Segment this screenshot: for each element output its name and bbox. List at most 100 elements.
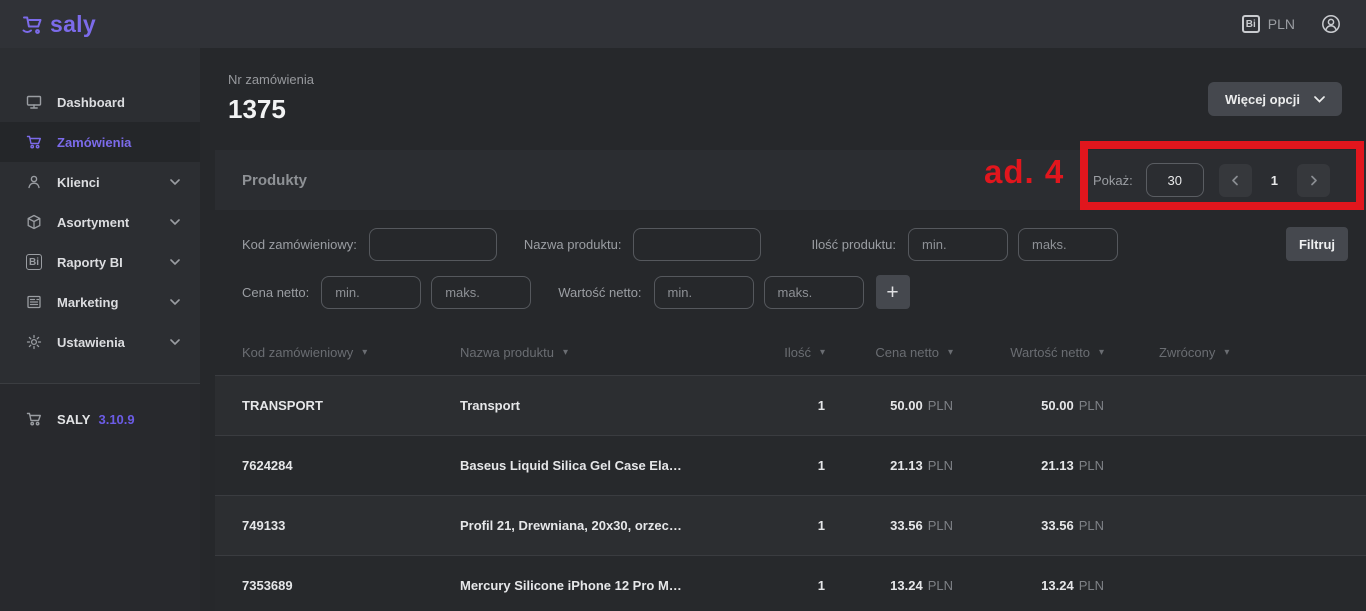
sort-icon: ▾: [563, 347, 568, 358]
filters-row-1: Kod zamówieniowy: Nazwa produktu: Ilość …: [242, 227, 1348, 261]
sidebar-item-raporty-bi[interactable]: Bi Raporty BI: [0, 242, 200, 282]
net-price-filter-label: Cena netto:: [242, 285, 309, 300]
sidebar-item-zamowienia[interactable]: Zamówienia: [0, 122, 200, 162]
cell-quantity: 1: [770, 458, 835, 473]
cell-product-name: Profil 21, Drewniana, 20x30, orzec…: [460, 518, 770, 533]
app-version-row: SALY 3.10.9: [0, 411, 200, 427]
cell-product-name: Transport: [460, 398, 770, 413]
cell-net-price: 50.00PLN: [835, 398, 963, 413]
sidebar-item-label: Dashboard: [57, 95, 180, 110]
table-row[interactable]: 7624284 Baseus Liquid Silica Gel Case El…: [215, 435, 1366, 495]
app-window: saly Bi PLN: [0, 0, 1366, 611]
sidebar-item-marketing[interactable]: Marketing: [0, 282, 200, 322]
bi-icon: Bi: [26, 254, 42, 270]
sidebar: Dashboard Zamówienia: [0, 48, 200, 611]
cell-order-code: 749133: [215, 518, 460, 533]
cell-net-value: 50.00PLN: [963, 398, 1114, 413]
news-icon: [26, 294, 42, 310]
cell-net-value: 21.13PLN: [963, 458, 1114, 473]
chevron-down-icon: [170, 339, 180, 345]
bi-icon: Bi: [1242, 15, 1260, 33]
app-version[interactable]: 3.10.9: [98, 412, 134, 427]
sidebar-item-label: Asortyment: [57, 215, 170, 230]
add-filter-button[interactable]: +: [876, 275, 910, 309]
filters-section: Kod zamówieniowy: Nazwa produktu: Ilość …: [215, 210, 1366, 329]
net-price-min-input[interactable]: [321, 276, 421, 309]
sidebar-item-label: Zamówienia: [57, 135, 180, 150]
order-code-filter-label: Kod zamówieniowy:: [242, 237, 357, 252]
chevron-down-icon: [170, 179, 180, 185]
net-value-filter-label: Wartość netto:: [558, 285, 641, 300]
account-icon[interactable]: [1321, 14, 1341, 34]
sort-icon: ▾: [1224, 347, 1229, 358]
cell-product-name: Baseus Liquid Silica Gel Case Ela…: [460, 458, 770, 473]
sort-icon: ▾: [820, 347, 825, 358]
cell-net-price: 33.56PLN: [835, 518, 963, 533]
sort-icon: ▾: [362, 347, 367, 358]
table-row[interactable]: TRANSPORT Transport 1 50.00PLN 50.00PLN: [215, 375, 1366, 435]
sort-icon: ▾: [1099, 347, 1104, 358]
app-name: SALY: [57, 412, 90, 427]
logo-text: saly: [50, 11, 96, 38]
cell-quantity: 1: [770, 578, 835, 593]
products-title: Produkty: [242, 172, 307, 189]
chevron-down-icon: [170, 219, 180, 225]
column-header-zwrocony[interactable]: Zwrócony ▾: [1114, 345, 1366, 360]
sidebar-item-ustawienia[interactable]: Ustawienia: [0, 322, 200, 362]
sidebar-item-label: Raporty BI: [57, 255, 170, 270]
sort-icon: ▾: [948, 347, 953, 358]
products-panel: Produkty Pokaż: 1: [215, 150, 1366, 611]
table-row[interactable]: 749133 Profil 21, Drewniana, 20x30, orze…: [215, 495, 1366, 555]
net-value-max-input[interactable]: [764, 276, 864, 309]
box-icon: [26, 214, 42, 230]
more-options-label: Więcej opcji: [1225, 92, 1300, 107]
column-header-kod[interactable]: Kod zamówieniowy ▾: [215, 345, 460, 360]
table-header-row: Kod zamówieniowy ▾ Nazwa produktu ▾ Iloś…: [215, 329, 1366, 375]
column-header-ilosc[interactable]: Ilość ▾: [770, 345, 835, 360]
column-header-wartosc-netto[interactable]: Wartość netto ▾: [963, 345, 1114, 360]
sidebar-item-label: Klienci: [57, 175, 170, 190]
cell-net-value: 13.24PLN: [963, 578, 1114, 593]
currency-selector[interactable]: Bi PLN: [1242, 15, 1295, 33]
order-number-value: 1375: [228, 94, 314, 125]
chevron-down-icon: [170, 299, 180, 305]
order-number-label: Nr zamówienia: [228, 72, 314, 87]
person-icon: [26, 174, 42, 190]
currency-label: PLN: [1268, 16, 1295, 32]
main-content: Nr zamówienia 1375 Więcej opcji Produkty…: [200, 48, 1366, 611]
sidebar-item-klienci[interactable]: Klienci: [0, 162, 200, 202]
net-value-min-input[interactable]: [654, 276, 754, 309]
cell-net-price: 13.24PLN: [835, 578, 963, 593]
gear-icon: [26, 334, 42, 350]
chevron-down-icon: [1314, 96, 1325, 103]
saly-logo[interactable]: saly: [22, 11, 96, 38]
sidebar-nav: Dashboard Zamówienia: [0, 48, 200, 362]
chevron-down-icon: [170, 259, 180, 265]
column-header-nazwa[interactable]: Nazwa produktu ▾: [460, 345, 770, 360]
column-header-cena-netto[interactable]: Cena netto ▾: [835, 345, 963, 360]
cell-order-code: TRANSPORT: [215, 398, 460, 413]
topbar: saly Bi PLN: [0, 0, 1366, 48]
filter-button[interactable]: Filtruj: [1286, 227, 1348, 261]
quantity-filter-label: Ilość produktu:: [811, 237, 896, 252]
cell-quantity: 1: [770, 518, 835, 533]
more-options-button[interactable]: Więcej opcji: [1208, 82, 1342, 116]
annotation-text: ad. 4: [984, 153, 1064, 191]
monitor-icon: [26, 94, 42, 110]
quantity-min-input[interactable]: [908, 228, 1008, 261]
cell-net-price: 21.13PLN: [835, 458, 963, 473]
cell-product-name: Mercury Silicone iPhone 12 Pro M…: [460, 578, 770, 593]
table-row[interactable]: 7353689 Mercury Silicone iPhone 12 Pro M…: [215, 555, 1366, 611]
cart-icon: [26, 411, 42, 427]
page-header: Nr zamówienia 1375 Więcej opcji: [200, 48, 1366, 150]
net-price-max-input[interactable]: [431, 276, 531, 309]
sidebar-item-dashboard[interactable]: Dashboard: [0, 82, 200, 122]
sidebar-item-asortyment[interactable]: Asortyment: [0, 202, 200, 242]
order-code-filter-input[interactable]: [369, 228, 497, 261]
filters-row-2: Cena netto: Wartość netto: +: [242, 275, 1348, 309]
cell-net-value: 33.56PLN: [963, 518, 1114, 533]
annotation-highlight-box: [1080, 141, 1364, 210]
product-name-filter-input[interactable]: [633, 228, 761, 261]
quantity-max-input[interactable]: [1018, 228, 1118, 261]
cell-quantity: 1: [770, 398, 835, 413]
